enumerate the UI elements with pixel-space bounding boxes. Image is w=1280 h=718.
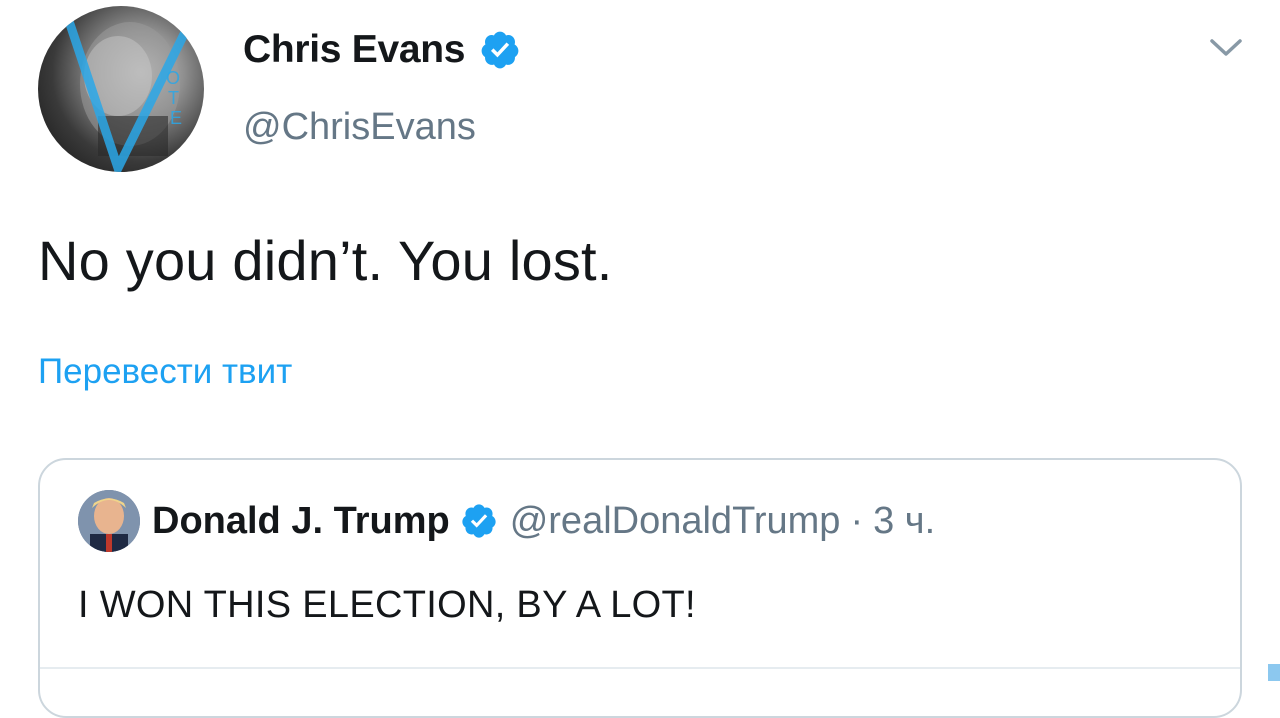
author-name[interactable]: Chris Evans: [243, 28, 465, 72]
svg-text:T: T: [168, 88, 179, 108]
translate-tweet-link[interactable]: Перевести твит: [38, 352, 292, 392]
author-avatar[interactable]: O T E: [38, 6, 204, 172]
scroll-indicator: [1268, 664, 1280, 681]
divider: [40, 667, 1240, 669]
chevron-down-icon[interactable]: [1208, 32, 1244, 62]
quoted-tweet-card[interactable]: Donald J. Trump @realDonaldTrump · 3 ч. …: [38, 458, 1242, 718]
avatar-photo-icon: [78, 490, 140, 552]
svg-text:E: E: [170, 108, 182, 128]
avatar-photo-icon: O T E: [61, 7, 193, 172]
quoted-author-name[interactable]: Donald J. Trump: [152, 500, 450, 543]
tweet: O T E Chris Evans @ChrisEvans No you did…: [0, 0, 1280, 718]
tweet-text: No you didn’t. You lost.: [38, 229, 613, 292]
quoted-header: Donald J. Trump @realDonaldTrump · 3 ч.: [152, 496, 935, 546]
quoted-tweet-text: I WON THIS ELECTION, BY A LOT!: [78, 584, 696, 626]
quoted-author-avatar[interactable]: [78, 490, 140, 552]
quoted-timestamp[interactable]: 3 ч.: [873, 500, 935, 543]
separator-dot: ·: [850, 499, 864, 542]
author-handle[interactable]: @ChrisEvans: [243, 106, 476, 149]
svg-text:O: O: [166, 68, 180, 88]
verified-badge-icon: [460, 502, 498, 540]
verified-badge-icon: [479, 29, 521, 71]
quoted-author-handle[interactable]: @realDonaldTrump: [510, 500, 841, 543]
author-name-row[interactable]: Chris Evans: [243, 26, 521, 74]
